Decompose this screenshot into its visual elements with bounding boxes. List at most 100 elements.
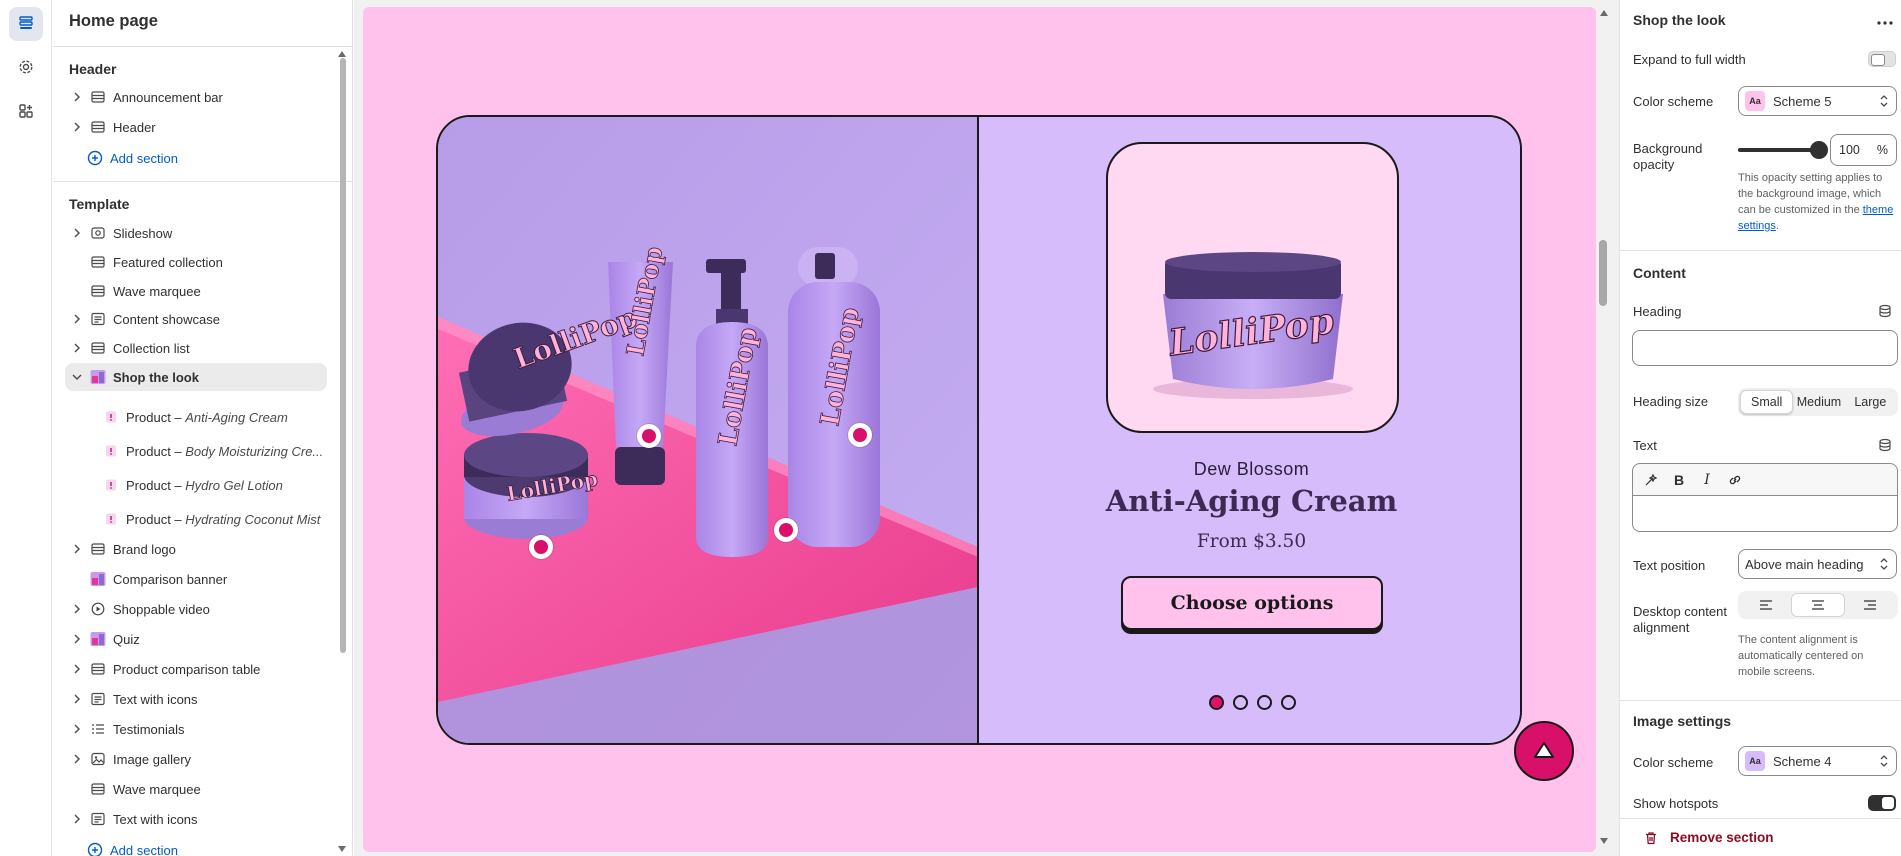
image-color-scheme-select[interactable]: Aa Scheme 4 — [1738, 746, 1897, 776]
carousel-dot[interactable] — [1233, 695, 1248, 710]
chevron-right-icon[interactable] — [69, 814, 85, 824]
opacity-number-input[interactable]: 100 % — [1830, 134, 1897, 166]
align-left-button[interactable] — [1740, 593, 1791, 617]
sidebar-item-wave-marquee[interactable]: Wave marquee — [65, 775, 327, 803]
sidebar-item-comparison-banner[interactable]: Comparison banner — [65, 565, 327, 593]
preview-scroll-down[interactable] — [1600, 838, 1608, 844]
scroll-to-top-button[interactable] — [1514, 721, 1574, 781]
sidebar-item-shop-the-look[interactable]: Shop the look — [65, 363, 327, 391]
chevron-down-icon[interactable] — [69, 373, 85, 381]
block-item-product[interactable]: Product – Hydro Gel Lotion — [65, 470, 327, 500]
sidebar-item-featured-collection[interactable]: Featured collection — [65, 248, 327, 276]
expand-full-width-toggle[interactable] — [1868, 51, 1896, 67]
sidebar-item-text-with-icons[interactable]: Text with icons — [65, 805, 327, 833]
chevron-right-icon[interactable] — [69, 694, 85, 704]
product-hotspot[interactable] — [529, 535, 553, 559]
heading-size-segmented: Small Medium Large — [1738, 388, 1898, 416]
sidebar-item-header[interactable]: Header — [65, 113, 327, 141]
opacity-slider-track[interactable] — [1738, 148, 1818, 152]
more-options-button[interactable] — [1874, 10, 1896, 30]
block-prefix: Product – — [126, 409, 186, 425]
chevron-right-icon[interactable] — [69, 634, 85, 644]
add-section-template-button[interactable]: Add section — [87, 842, 178, 856]
text-block-icon — [90, 811, 106, 827]
color-scheme-value: Scheme 5 — [1773, 93, 1832, 109]
dynamic-source-icon[interactable] — [1878, 304, 1892, 321]
block-item-product[interactable]: Product – Hydrating Coconut Mist — [65, 504, 327, 534]
chevron-right-icon[interactable] — [69, 92, 85, 102]
apps-nav-button[interactable] — [9, 95, 43, 129]
heading-size-large[interactable]: Large — [1845, 390, 1896, 414]
ellipsis-icon — [1877, 13, 1893, 28]
sidebar-scrollbar[interactable] — [340, 58, 346, 653]
carousel-dot[interactable] — [1281, 695, 1296, 710]
bold-icon[interactable]: B — [1669, 470, 1689, 490]
add-section-label: Add section — [110, 842, 178, 856]
preview-scroll-up[interactable] — [1600, 10, 1608, 16]
alignment-segmented — [1738, 591, 1898, 619]
choose-options-button[interactable]: Choose options — [1121, 576, 1383, 630]
chevron-right-icon[interactable] — [69, 343, 85, 353]
chevron-right-icon[interactable] — [69, 754, 85, 764]
product-title[interactable]: Anti-Aging Cream — [981, 484, 1520, 518]
sidebar-item-quiz[interactable]: Quiz — [65, 625, 327, 653]
image-thumbnail-icon — [90, 631, 106, 647]
chevron-right-icon[interactable] — [69, 122, 85, 132]
chevron-right-icon[interactable] — [69, 664, 85, 674]
sidebar-item-content-showcase[interactable]: Content showcase — [65, 305, 327, 333]
align-right-button[interactable] — [1845, 593, 1896, 617]
remove-section-button[interactable]: Remove section — [1620, 818, 1901, 856]
scroll-down-arrow[interactable] — [338, 846, 346, 852]
trash-icon — [1644, 831, 1658, 845]
heading-size-small[interactable]: Small — [1740, 390, 1794, 414]
text-position-select[interactable]: Above main heading — [1738, 549, 1897, 579]
carousel-dot[interactable] — [1257, 695, 1272, 710]
italic-icon[interactable]: I — [1697, 470, 1717, 490]
product-details: LolliPop Dew Blossom Anti-Aging Cream Fr… — [981, 117, 1520, 743]
preview-scrollbar[interactable] — [1599, 240, 1607, 306]
opacity-slider-thumb[interactable] — [1810, 141, 1828, 159]
sidebar-item-collection-list[interactable]: Collection list — [65, 334, 327, 362]
magic-icon[interactable] — [1641, 470, 1661, 490]
chevron-right-icon[interactable] — [69, 724, 85, 734]
heading-input[interactable] — [1632, 330, 1898, 366]
sidebar-item-wave-marquee[interactable]: Wave marquee — [65, 277, 327, 305]
chevron-right-icon[interactable] — [69, 544, 85, 554]
product-hotspot[interactable] — [848, 423, 872, 447]
text-position-label: Text position — [1633, 558, 1706, 573]
align-center-button[interactable] — [1791, 593, 1845, 617]
header-group-label: Header — [69, 61, 117, 77]
sidebar-item-product-comparison-table[interactable]: Product comparison table — [65, 655, 327, 683]
block-item-product[interactable]: Product – Anti-Aging Cream — [65, 402, 327, 432]
sidebar-item-label: Quiz — [113, 631, 140, 647]
chevron-right-icon[interactable] — [69, 604, 85, 614]
sidebar-item-shoppable-video[interactable]: Shoppable video — [65, 595, 327, 623]
align-center-icon — [1811, 598, 1825, 613]
product-image[interactable]: LolliPop — [1106, 142, 1399, 433]
sidebar-item-text-with-icons[interactable]: Text with icons — [65, 685, 327, 713]
color-scheme-select[interactable]: Aa Scheme 5 — [1738, 86, 1897, 116]
dynamic-source-icon[interactable] — [1878, 438, 1892, 455]
sections-nav-button[interactable] — [9, 7, 43, 41]
chevron-right-icon[interactable] — [69, 228, 85, 238]
link-icon[interactable] — [1725, 470, 1745, 490]
sidebar-item-brand-logo[interactable]: Brand logo — [65, 535, 327, 563]
carousel-dot[interactable] — [1209, 695, 1224, 710]
show-hotspots-label: Show hotspots — [1633, 796, 1719, 811]
sidebar-item-label: Collection list — [113, 340, 190, 356]
sidebar-item-slideshow[interactable]: Slideshow — [65, 219, 327, 247]
add-section-header-button[interactable]: Add section — [87, 150, 178, 166]
heading-size-medium[interactable]: Medium — [1793, 390, 1844, 414]
chevron-right-icon[interactable] — [69, 314, 85, 324]
theme-settings-nav-button[interactable] — [9, 51, 43, 85]
sidebar-item-testimonials[interactable]: Testimonials — [65, 715, 327, 743]
sidebar-item-announcement-bar[interactable]: Announcement bar — [65, 83, 327, 111]
product-hotspot[interactable] — [774, 518, 798, 542]
scroll-up-arrow[interactable] — [338, 51, 346, 57]
block-item-product[interactable]: Product – Body Moisturizing Cre... — [65, 436, 327, 466]
show-hotspots-toggle[interactable] — [1868, 795, 1896, 811]
text-editor-body[interactable] — [1632, 495, 1898, 532]
product-hotspot[interactable] — [637, 424, 661, 448]
sidebar-item-image-gallery[interactable]: Image gallery — [65, 745, 327, 773]
sidebar-item-label: Shoppable video — [113, 601, 210, 617]
